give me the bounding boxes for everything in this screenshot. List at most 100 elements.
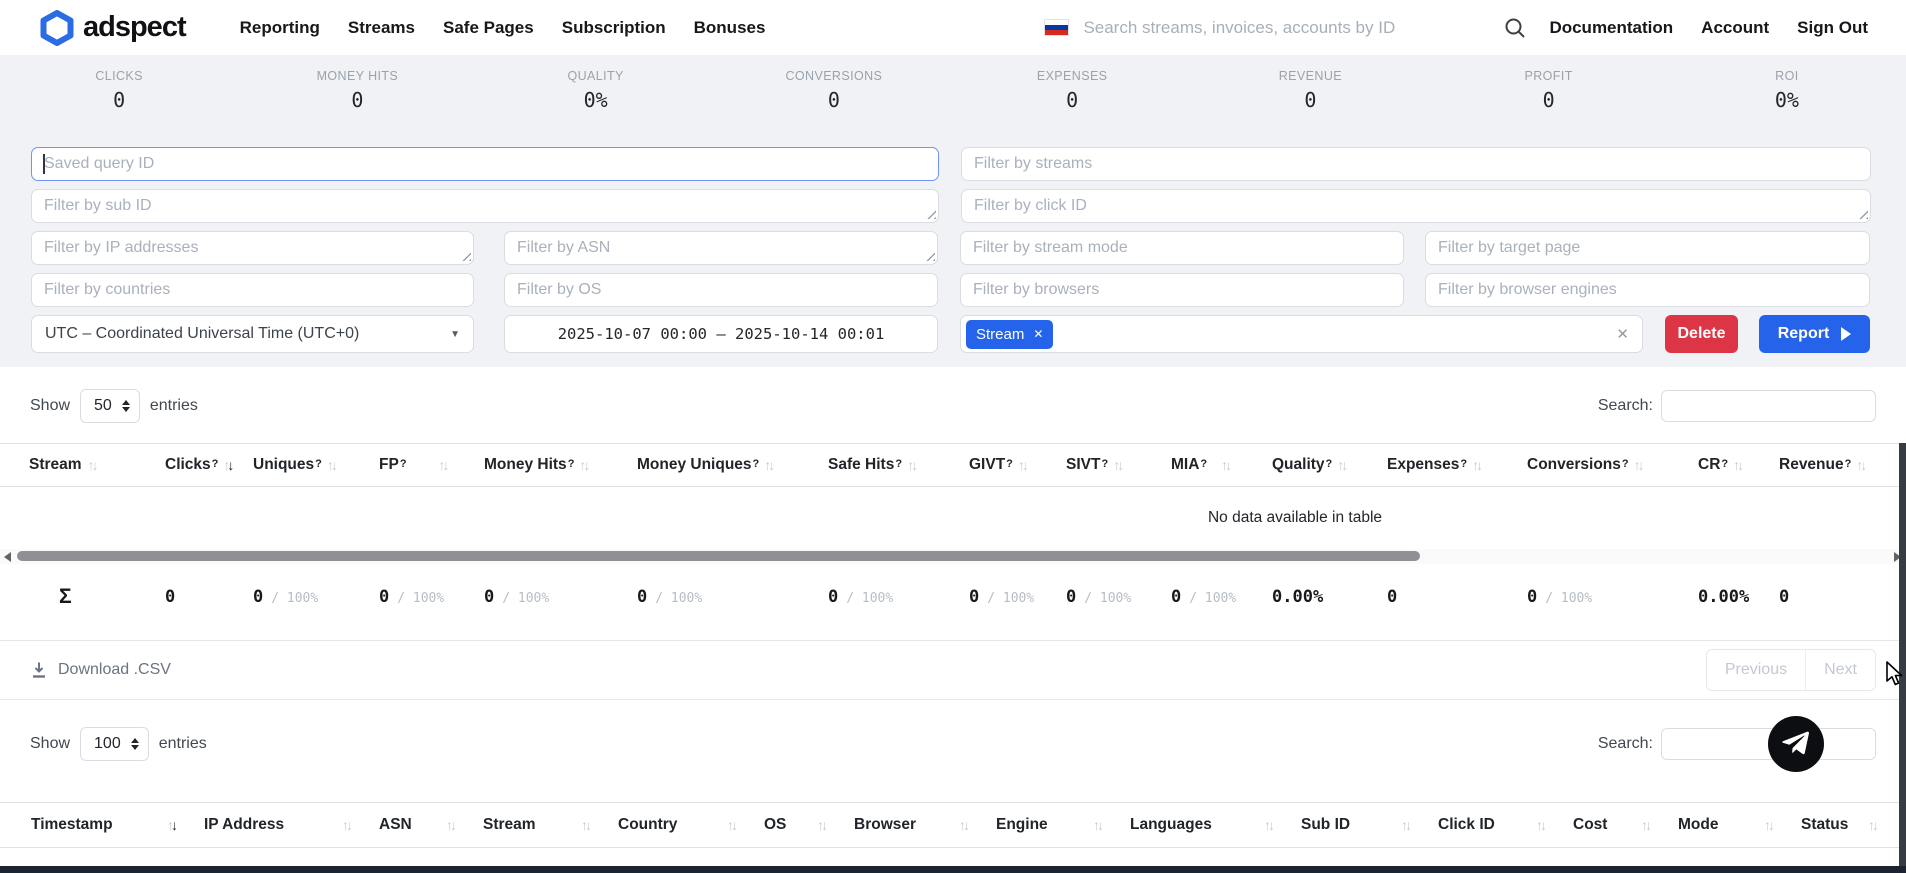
column-header-mia[interactable]: MIA? [1171, 456, 1272, 474]
column-header-sivt[interactable]: SIVT? [1066, 456, 1171, 474]
nav-item-safe-pages[interactable]: Safe Pages [443, 18, 534, 38]
bottom-horizontal-scrollbar[interactable] [0, 866, 1906, 873]
sort-icon [907, 458, 918, 472]
remove-tag-icon[interactable]: ✕ [1033, 328, 1043, 340]
nav-item-bonuses[interactable]: Bonuses [694, 18, 766, 38]
download-icon [30, 661, 48, 679]
column-header-click-id[interactable]: Click ID [1438, 816, 1573, 834]
total-expenses: 0 [1387, 587, 1527, 607]
page-size-select[interactable]: 50 [80, 389, 140, 423]
timezone-value: UTC – Coordinated Universal Time (UTC+0) [45, 325, 359, 343]
column-header-cr[interactable]: CR? [1698, 456, 1779, 474]
stat-money-hits: MONEY HITS 0 [238, 69, 476, 133]
page-size-select[interactable]: 100 [80, 727, 149, 761]
column-header-languages[interactable]: Languages [1130, 816, 1301, 834]
adspect-logo[interactable]: adspect [40, 10, 186, 46]
filter-engines-input[interactable] [1425, 273, 1870, 307]
column-header-os[interactable]: OS [764, 816, 854, 834]
column-header-safe-hits[interactable]: Safe Hits? [828, 456, 969, 474]
column-header-mode[interactable]: Mode [1678, 816, 1801, 834]
report-button[interactable]: Report [1759, 315, 1870, 353]
telegram-chat-button[interactable] [1768, 716, 1824, 772]
column-header-cost[interactable]: Cost [1573, 816, 1678, 834]
sort-icon [1401, 818, 1412, 832]
sort-icon [342, 818, 353, 832]
nav-item-reporting[interactable]: Reporting [240, 18, 320, 38]
clear-field-icon[interactable]: ✕ [1616, 325, 1629, 343]
nav-right: Documentation Account Sign Out [1044, 16, 1868, 40]
column-header-money-hits[interactable]: Money Hits? [484, 456, 637, 474]
nav-item-account[interactable]: Account [1701, 18, 1769, 38]
telegram-plane-icon [1782, 730, 1810, 758]
vertical-scrollbar-thumb[interactable] [1899, 443, 1906, 873]
column-header-country[interactable]: Country [618, 816, 764, 834]
column-header-money-uniques[interactable]: Money Uniques? [637, 456, 828, 474]
table1-search-input[interactable] [1661, 390, 1876, 422]
adspect-reporting-page: adspect Reporting Streams Safe Pages Sub… [0, 0, 1906, 848]
filter-asn-textarea[interactable] [504, 231, 938, 265]
column-header-uniques[interactable]: Uniques? [253, 456, 379, 474]
sort-icon [1641, 818, 1652, 832]
stat-expenses: EXPENSES 0 [953, 69, 1191, 133]
sort-icon [1093, 818, 1104, 832]
date-range-input[interactable]: 2025-10-07 00:00 – 2025-10-14 00:01 [504, 315, 938, 353]
column-header-stream[interactable]: Stream [483, 816, 618, 834]
filter-streams-input[interactable] [961, 147, 1871, 181]
report-panel: Show 50 entries Search: Stream Clicks? U… [0, 367, 1906, 848]
sort-icon [1733, 458, 1744, 472]
filter-stream-mode-input[interactable] [960, 231, 1404, 265]
filter-ip-textarea[interactable] [31, 231, 474, 265]
filter-click-id-textarea[interactable] [961, 189, 1871, 223]
stat-revenue: REVENUE 0 [1191, 69, 1429, 133]
stream-tag-chip[interactable]: Stream ✕ [966, 320, 1053, 349]
nav-item-streams[interactable]: Streams [348, 18, 415, 38]
search-icon[interactable] [1503, 16, 1527, 40]
filter-sub-id-textarea[interactable] [31, 189, 939, 223]
sort-icon [439, 458, 450, 472]
column-header-givt[interactable]: GIVT? [969, 456, 1066, 474]
nav-item-subscription[interactable]: Subscription [562, 18, 666, 38]
column-header-engine[interactable]: Engine [996, 816, 1130, 834]
horizontal-scrollbar-thumb[interactable] [17, 551, 1420, 561]
filter-os-input[interactable] [504, 273, 938, 307]
saved-query-input[interactable] [31, 147, 939, 181]
nav-item-sign-out[interactable]: Sign Out [1797, 18, 1868, 38]
sort-icon [1221, 458, 1232, 472]
stream-tag-field[interactable]: Stream ✕ ✕ [960, 315, 1643, 353]
filter-countries-input[interactable] [31, 273, 474, 307]
nav-item-documentation[interactable]: Documentation [1549, 18, 1673, 38]
horizontal-scrollbar[interactable] [0, 549, 1906, 564]
column-header-timestamp[interactable]: Timestamp [31, 816, 204, 834]
column-header-conversions[interactable]: Conversions? [1527, 456, 1698, 474]
global-search-input[interactable] [1083, 18, 1483, 38]
download-csv-button[interactable]: Download .CSV [30, 661, 171, 679]
column-header-stream[interactable]: Stream [29, 456, 165, 474]
column-header-expenses[interactable]: Expenses? [1387, 456, 1527, 474]
play-icon [1841, 327, 1851, 341]
timezone-select[interactable]: UTC – Coordinated Universal Time (UTC+0)… [31, 315, 474, 353]
column-header-sub-id[interactable]: Sub ID [1301, 816, 1438, 834]
next-page-button[interactable]: Next [1805, 650, 1875, 690]
sort-icon [1634, 458, 1645, 472]
sort-icon [581, 818, 592, 832]
stat-roi: ROI 0% [1668, 69, 1906, 133]
sort-desc-icon [167, 818, 178, 832]
scroll-left-arrow-icon[interactable] [4, 552, 11, 562]
column-header-status[interactable]: Status [1801, 816, 1905, 834]
column-header-ip-address[interactable]: IP Address [204, 816, 379, 834]
column-header-revenue[interactable]: Revenue? [1779, 456, 1899, 474]
column-header-fp[interactable]: FP? [379, 456, 484, 474]
column-header-quality[interactable]: Quality? [1272, 456, 1387, 474]
delete-button[interactable]: Delete [1665, 315, 1738, 353]
column-header-clicks[interactable]: Clicks? [165, 456, 253, 474]
column-header-asn[interactable]: ASN [379, 816, 483, 834]
filter-browsers-input[interactable] [960, 273, 1404, 307]
filter-target-page-input[interactable] [1425, 231, 1870, 265]
language-flag-ru-icon[interactable] [1044, 19, 1069, 36]
column-header-browser[interactable]: Browser [854, 816, 996, 834]
sort-icon [1018, 458, 1029, 472]
total-money-hits: 0/ 100% [484, 587, 637, 607]
previous-page-button[interactable]: Previous [1707, 650, 1805, 690]
table2-header: Timestamp IP Address ASN Stream Country … [0, 802, 1906, 848]
sort-icon [959, 818, 970, 832]
